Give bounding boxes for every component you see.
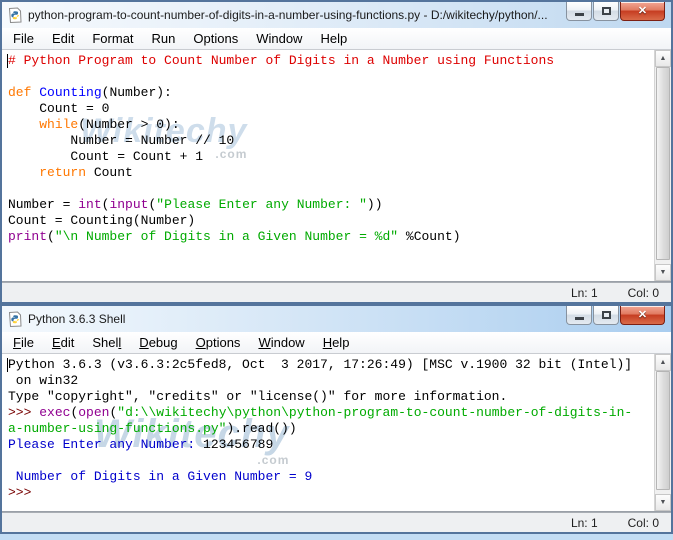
code-line: # Python Program to Count Number of Digi… <box>8 53 671 69</box>
editor-menu-file[interactable]: File <box>4 29 43 48</box>
maximize-button[interactable] <box>593 2 619 21</box>
editor-window: python-program-to-count-number-of-digits… <box>0 0 673 304</box>
scroll-up-button[interactable]: ▲ <box>655 354 671 371</box>
editor-menu-help[interactable]: Help <box>311 29 356 48</box>
shell-titlebar[interactable]: Python 3.6.3 Shell ✕ <box>2 306 671 332</box>
shell-statusbar: Ln: 1 Col: 0 <box>2 512 671 532</box>
text-cursor <box>7 358 8 372</box>
shell-menubar: FileEditShellDebugOptionsWindowHelp <box>2 332 671 354</box>
minimize-icon <box>575 317 584 320</box>
editor-menu-edit[interactable]: Edit <box>43 29 83 48</box>
shell-menu-shell[interactable]: Shell <box>83 333 130 352</box>
shell-window-title: Python 3.6.3 Shell <box>28 312 125 326</box>
shell-text-area[interactable]: Wikitechy .com Python 3.6.3 (v3.6.3:2c5f… <box>2 354 671 512</box>
editor-menu-run[interactable]: Run <box>143 29 185 48</box>
code-line: Number of Digits in a Given Number = 9 <box>8 469 671 485</box>
maximize-icon <box>602 7 611 15</box>
text-cursor <box>7 54 8 68</box>
editor-titlebar[interactable]: python-program-to-count-number-of-digits… <box>2 2 671 28</box>
shell-menu-options[interactable]: Options <box>187 333 250 352</box>
code-line: while(Number > 0): <box>8 117 671 133</box>
line-indicator: Ln: 1 <box>571 286 598 300</box>
code-line <box>8 181 671 197</box>
code-line: Count = 0 <box>8 101 671 117</box>
python-file-icon <box>7 7 23 23</box>
shell-menu-help[interactable]: Help <box>314 333 359 352</box>
minimize-button[interactable] <box>566 306 592 325</box>
scroll-down-button[interactable]: ▼ <box>655 494 671 511</box>
editor-code: # Python Program to Count Number of Digi… <box>2 50 671 245</box>
close-icon: ✕ <box>638 6 647 17</box>
editor-window-controls: ✕ <box>566 2 665 21</box>
scroll-up-button[interactable]: ▲ <box>655 50 671 67</box>
scroll-down-button[interactable]: ▼ <box>655 264 671 281</box>
shell-window-controls: ✕ <box>566 306 665 325</box>
code-line: Count = Counting(Number) <box>8 213 671 229</box>
code-line: Number = int(input("Please Enter any Num… <box>8 197 671 213</box>
code-line <box>8 453 671 469</box>
shell-menu-debug[interactable]: Debug <box>130 333 186 352</box>
code-line: Number = Number // 10 <box>8 133 671 149</box>
code-line: return Count <box>8 165 671 181</box>
code-line: >>> <box>8 485 671 501</box>
code-line: Count = Count + 1 <box>8 149 671 165</box>
close-button[interactable]: ✕ <box>620 2 665 21</box>
python-shell-icon <box>7 311 23 327</box>
code-line: Python 3.6.3 (v3.6.3:2c5fed8, Oct 3 2017… <box>8 357 671 373</box>
shell-scrollbar[interactable]: ▲ ▼ <box>654 354 671 511</box>
code-line: on win32 <box>8 373 671 389</box>
code-line: Type "copyright", "credits" or "license(… <box>8 389 671 405</box>
code-line: Please Enter any Number: 123456789 <box>8 437 671 453</box>
scrollbar-thumb[interactable] <box>656 371 670 490</box>
code-line <box>8 69 671 85</box>
minimize-button[interactable] <box>566 2 592 21</box>
editor-menu-format[interactable]: Format <box>83 29 142 48</box>
editor-text-area[interactable]: Wikitechy .com # Python Program to Count… <box>2 50 671 282</box>
shell-window: Python 3.6.3 Shell ✕ FileEditShellDebugO… <box>0 304 673 534</box>
minimize-icon <box>575 13 584 16</box>
line-indicator: Ln: 1 <box>571 516 598 530</box>
code-line: a-number-using-functions.py").read()) <box>8 421 671 437</box>
scrollbar-thumb[interactable] <box>656 67 670 260</box>
shell-menu-edit[interactable]: Edit <box>43 333 83 352</box>
column-indicator: Col: 0 <box>628 286 659 300</box>
code-line: >>> exec(open("d:\\wikitechy\python\pyth… <box>8 405 671 421</box>
close-button[interactable]: ✕ <box>620 306 665 325</box>
editor-window-title: python-program-to-count-number-of-digits… <box>28 8 548 22</box>
editor-menubar: FileEditFormatRunOptionsWindowHelp <box>2 28 671 50</box>
editor-scrollbar[interactable]: ▲ ▼ <box>654 50 671 281</box>
editor-menu-window[interactable]: Window <box>247 29 311 48</box>
maximize-icon <box>602 311 611 319</box>
editor-statusbar: Ln: 1 Col: 0 <box>2 282 671 302</box>
editor-menu-options[interactable]: Options <box>184 29 247 48</box>
maximize-button[interactable] <box>593 306 619 325</box>
close-icon: ✕ <box>638 310 647 321</box>
code-line: def Counting(Number): <box>8 85 671 101</box>
shell-menu-window[interactable]: Window <box>249 333 313 352</box>
code-line: print("\n Number of Digits in a Given Nu… <box>8 229 671 245</box>
shell-code: Python 3.6.3 (v3.6.3:2c5fed8, Oct 3 2017… <box>2 354 671 501</box>
column-indicator: Col: 0 <box>628 516 659 530</box>
shell-menu-file[interactable]: File <box>4 333 43 352</box>
